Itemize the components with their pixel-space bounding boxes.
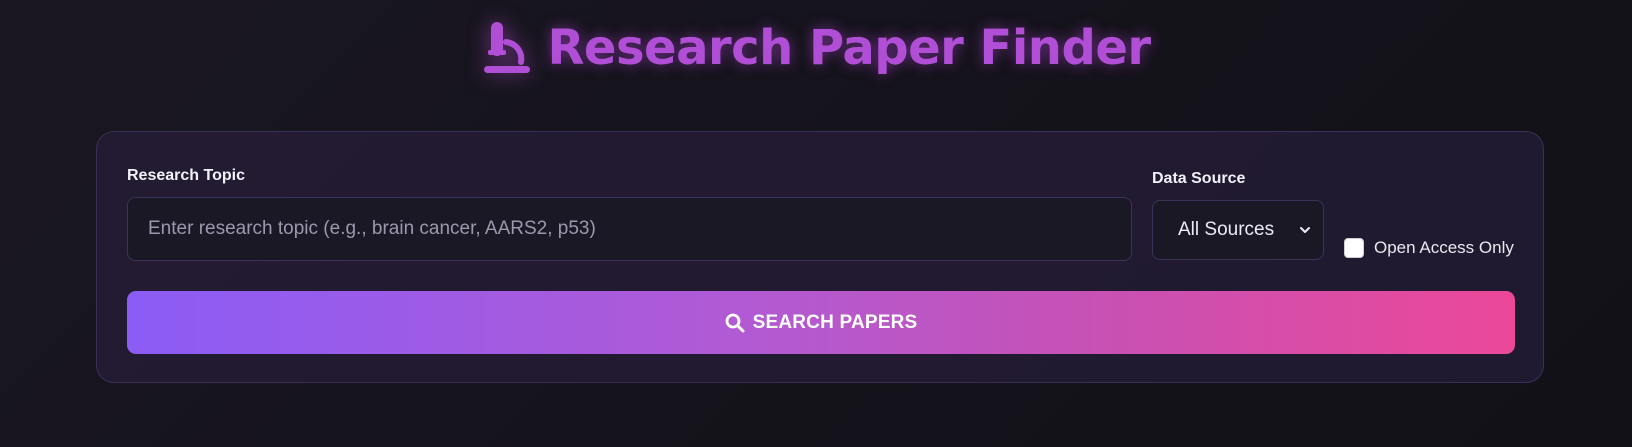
microscope-icon <box>484 22 531 73</box>
research-topic-label: Research Topic <box>127 167 245 184</box>
app-title: Research Paper Finder <box>547 20 1151 76</box>
chevron-down-icon <box>1300 227 1310 233</box>
search-form-card: Research Topic Data Source All Sources O… <box>96 131 1544 383</box>
data-source-label: Data Source <box>1152 170 1246 187</box>
search-papers-label: SEARCH PAPERS <box>752 311 918 333</box>
data-source-select[interactable]: All Sources <box>1152 200 1324 260</box>
open-access-label: Open Access Only <box>1374 238 1514 257</box>
data-source-selected-value: All Sources <box>1178 219 1275 240</box>
search-papers-button[interactable]: SEARCH PAPERS <box>127 291 1515 354</box>
search-icon <box>725 313 745 332</box>
open-access-checkbox[interactable] <box>1344 238 1364 258</box>
open-access-toggle[interactable]: Open Access Only <box>1344 238 1514 258</box>
research-topic-input[interactable] <box>127 197 1132 261</box>
page-title: Research Paper Finder <box>0 20 1632 76</box>
